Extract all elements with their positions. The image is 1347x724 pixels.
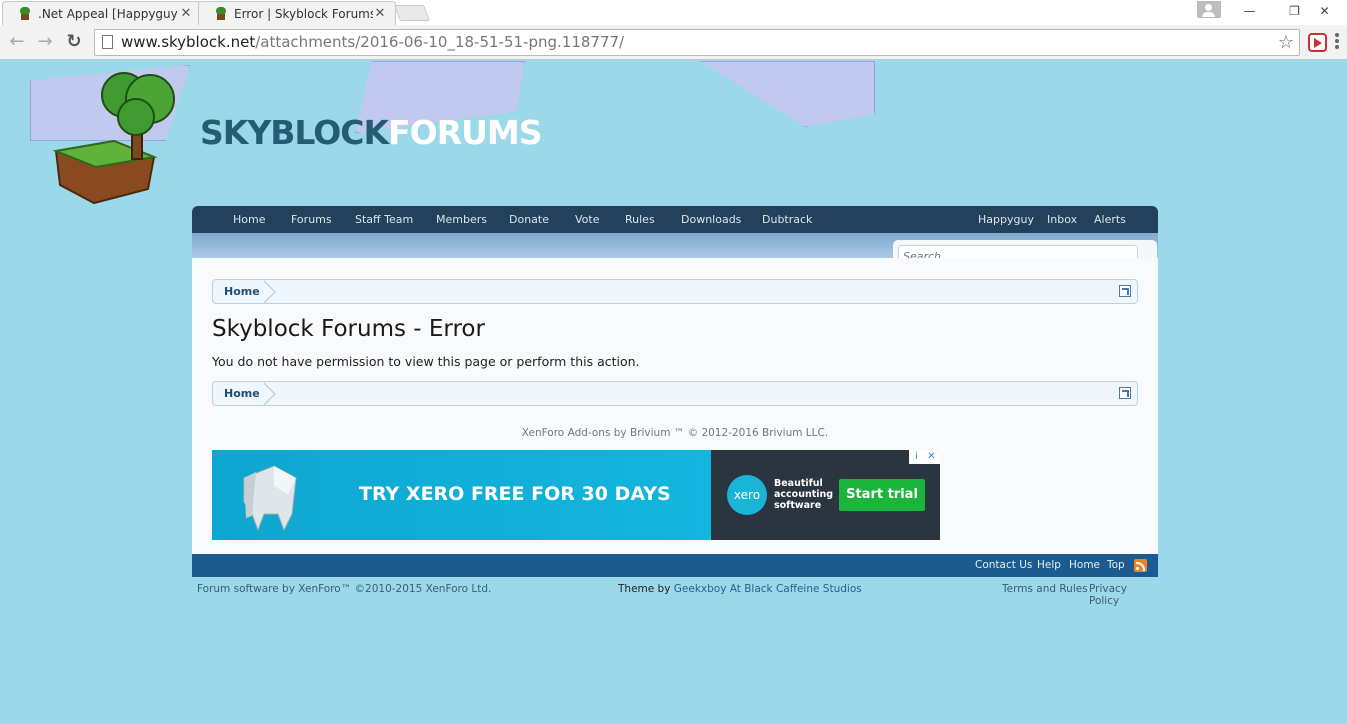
navigation-subbar: [192, 233, 1158, 267]
minimize-button[interactable]: —: [1227, 0, 1272, 22]
nav-downloads[interactable]: Downloads: [681, 206, 741, 233]
nav-user-happyguy[interactable]: Happyguy: [978, 206, 1034, 233]
advertisement-banner[interactable]: TRY XERO FREE FOR 30 DAYS xero Beautiful…: [212, 450, 940, 540]
main-navigation: Home Forums Staff Team Members Donate Vo…: [192, 206, 1158, 233]
footer-home[interactable]: Home: [1069, 554, 1100, 577]
terms-and-rules-link[interactable]: Terms and Rules: [1002, 583, 1088, 595]
addon-copyright[interactable]: XenForo Add-ons by Brivium ™ © 2012-2016…: [192, 427, 1158, 439]
browser-toolbar: ← → ↻ www.skyblock.net/attachments/2016-…: [0, 25, 1347, 60]
below-footer: Forum software by XenForo™ ©2010-2015 Xe…: [192, 577, 1158, 607]
nav-donate[interactable]: Donate: [509, 206, 549, 233]
xero-logo-icon: xero: [727, 475, 767, 515]
footer-bar: Contact Us Help Home Top: [192, 554, 1158, 577]
address-bar[interactable]: www.skyblock.net/attachments/2016-06-10_…: [94, 29, 1300, 56]
nav-rules[interactable]: Rules: [625, 206, 655, 233]
error-message: You do not have permission to view this …: [212, 354, 640, 369]
ad-left-panel: TRY XERO FREE FOR 30 DAYS: [212, 450, 711, 540]
theme-prefix: Theme by: [618, 583, 674, 595]
close-tab-icon[interactable]: ✕: [179, 6, 193, 21]
software-credit[interactable]: Forum software by XenForo™ ©2010-2015 Xe…: [197, 583, 491, 595]
browser-tab-net-appeal[interactable]: .Net Appeal [Happyguy] [ ✕: [2, 1, 202, 25]
ad-right-panel: xero Beautiful accounting software Start…: [711, 450, 940, 540]
close-tab-icon[interactable]: ✕: [373, 6, 387, 21]
footer-top[interactable]: Top: [1107, 554, 1125, 577]
privacy-policy-link[interactable]: Privacy Policy: [1089, 583, 1158, 607]
reload-icon[interactable]: ↻: [63, 32, 85, 54]
forward-arrow-icon[interactable]: →: [34, 32, 56, 54]
nav-dubtrack[interactable]: Dubtrack: [762, 206, 812, 233]
back-arrow-icon[interactable]: ←: [6, 32, 28, 54]
skyblock-favicon-icon: [215, 6, 227, 21]
ad-close-icon[interactable]: ✕: [924, 450, 939, 464]
nav-inbox[interactable]: Inbox: [1047, 206, 1077, 233]
breadcrumb-separator: [263, 382, 276, 406]
breadcrumb-separator: [263, 280, 276, 304]
skyblock-tree-logo-icon[interactable]: [52, 69, 182, 209]
footer-help[interactable]: Help: [1037, 554, 1061, 577]
browser-tab-bar: .Net Appeal [Happyguy] [ ✕ Error | Skybl…: [0, 0, 1347, 25]
rss-icon[interactable]: [1134, 559, 1147, 572]
nav-forums[interactable]: Forums: [291, 206, 332, 233]
ad-info-icon[interactable]: i: [909, 450, 924, 464]
origami-elephant-icon: [243, 465, 297, 532]
browser-menu-icon[interactable]: [1335, 33, 1339, 51]
page-title: Skyblock Forums - Error: [212, 316, 485, 342]
nav-vote[interactable]: Vote: [575, 206, 599, 233]
theme-credit: Theme by Geekxboy At Black Caffeine Stud…: [618, 583, 862, 595]
nav-staff-team[interactable]: Staff Team: [355, 206, 413, 233]
background-plane-shape: [700, 61, 875, 127]
forum-container: Home Forums Staff Team Members Donate Vo…: [192, 206, 1158, 607]
tab-title: .Net Appeal [Happyguy] [: [38, 6, 179, 21]
page-icon: [102, 35, 113, 49]
tab-title: Error | Skyblock Forums: [234, 6, 373, 21]
url-path: /attachments/2016-06-10_18-51-51-png.118…: [255, 33, 625, 51]
footer-contact-us[interactable]: Contact Us: [975, 554, 1032, 577]
browser-tab-error[interactable]: Error | Skyblock Forums ✕: [198, 1, 396, 25]
main-content: Home Skyblock Forums - Error You do not …: [192, 258, 1158, 554]
site-logo-text[interactable]: SKYBLOCKFORUMS: [200, 113, 543, 152]
web-page: SKYBLOCKFORUMS Home Forums Staff Team Me…: [0, 61, 1347, 724]
bookmark-star-icon[interactable]: ☆: [1278, 30, 1294, 55]
ad-tagline: Beautiful accounting software: [774, 478, 834, 511]
close-window-button[interactable]: ✕: [1302, 0, 1347, 22]
jump-to-page-icon[interactable]: [1119, 387, 1131, 399]
ad-choices: i ✕: [909, 450, 940, 464]
theme-author-link[interactable]: Geekxboy At Black Caffeine Studios: [674, 583, 862, 595]
extension-icon[interactable]: [1308, 33, 1327, 52]
nav-members[interactable]: Members: [436, 206, 487, 233]
logo-word-forums: FORUMS: [388, 113, 542, 152]
profile-icon[interactable]: [1197, 1, 1221, 18]
breadcrumb: Home: [212, 279, 1138, 304]
ad-headline: TRY XERO FREE FOR 30 DAYS: [359, 483, 671, 505]
skyblock-favicon-icon: [19, 6, 31, 21]
nav-home[interactable]: Home: [233, 206, 265, 233]
logo-word-skyblock: SKYBLOCK: [200, 113, 389, 152]
new-tab-button[interactable]: [394, 5, 430, 21]
nav-alerts[interactable]: Alerts: [1094, 206, 1126, 233]
breadcrumb-bottom: Home: [212, 381, 1138, 406]
url-host: www.skyblock.net: [121, 33, 256, 51]
start-trial-button[interactable]: Start trial: [839, 479, 925, 511]
jump-to-page-icon[interactable]: [1119, 285, 1131, 297]
